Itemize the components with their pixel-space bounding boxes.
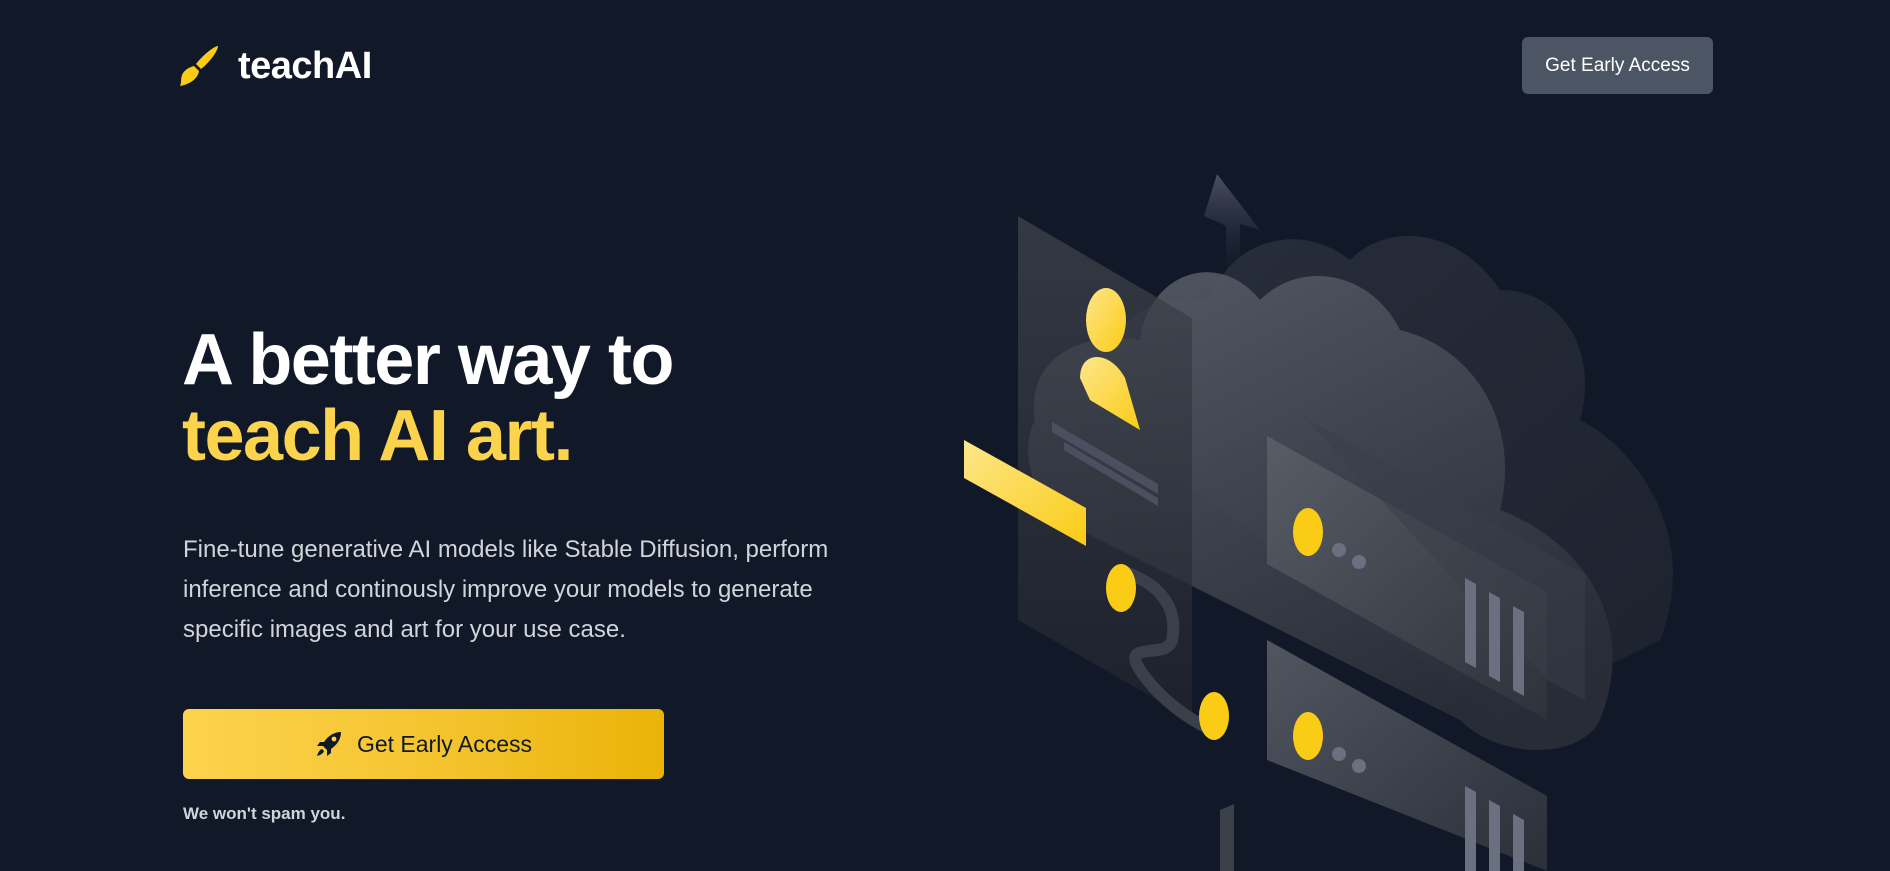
hero-get-early-access-button[interactable]: Get Early Access [183, 709, 664, 779]
avatar-head-shape [1086, 288, 1126, 352]
brand-name: teachAI [238, 44, 372, 87]
hero-description: Fine-tune generative AI models like Stab… [183, 536, 829, 643]
cloud-server-illustration [964, 174, 1673, 871]
paintbrush-icon [180, 46, 218, 86]
hero-title: A better way to teach AI art. [182, 320, 674, 476]
brand-logo[interactable]: teachAI [174, 42, 372, 90]
no-spam-note: We won't spam you. [183, 804, 346, 823]
hero-cta-label: Get Early Access [356, 730, 533, 757]
landing-page: teachAI Get Early Access A better way to… [0, 0, 1890, 871]
rocket-icon [316, 732, 341, 756]
hero-title-highlight: teach AI art. [182, 396, 573, 476]
hero-title-line1: A better way to [182, 320, 674, 400]
header-get-early-access-button[interactable]: Get Early Access [1522, 37, 1713, 94]
